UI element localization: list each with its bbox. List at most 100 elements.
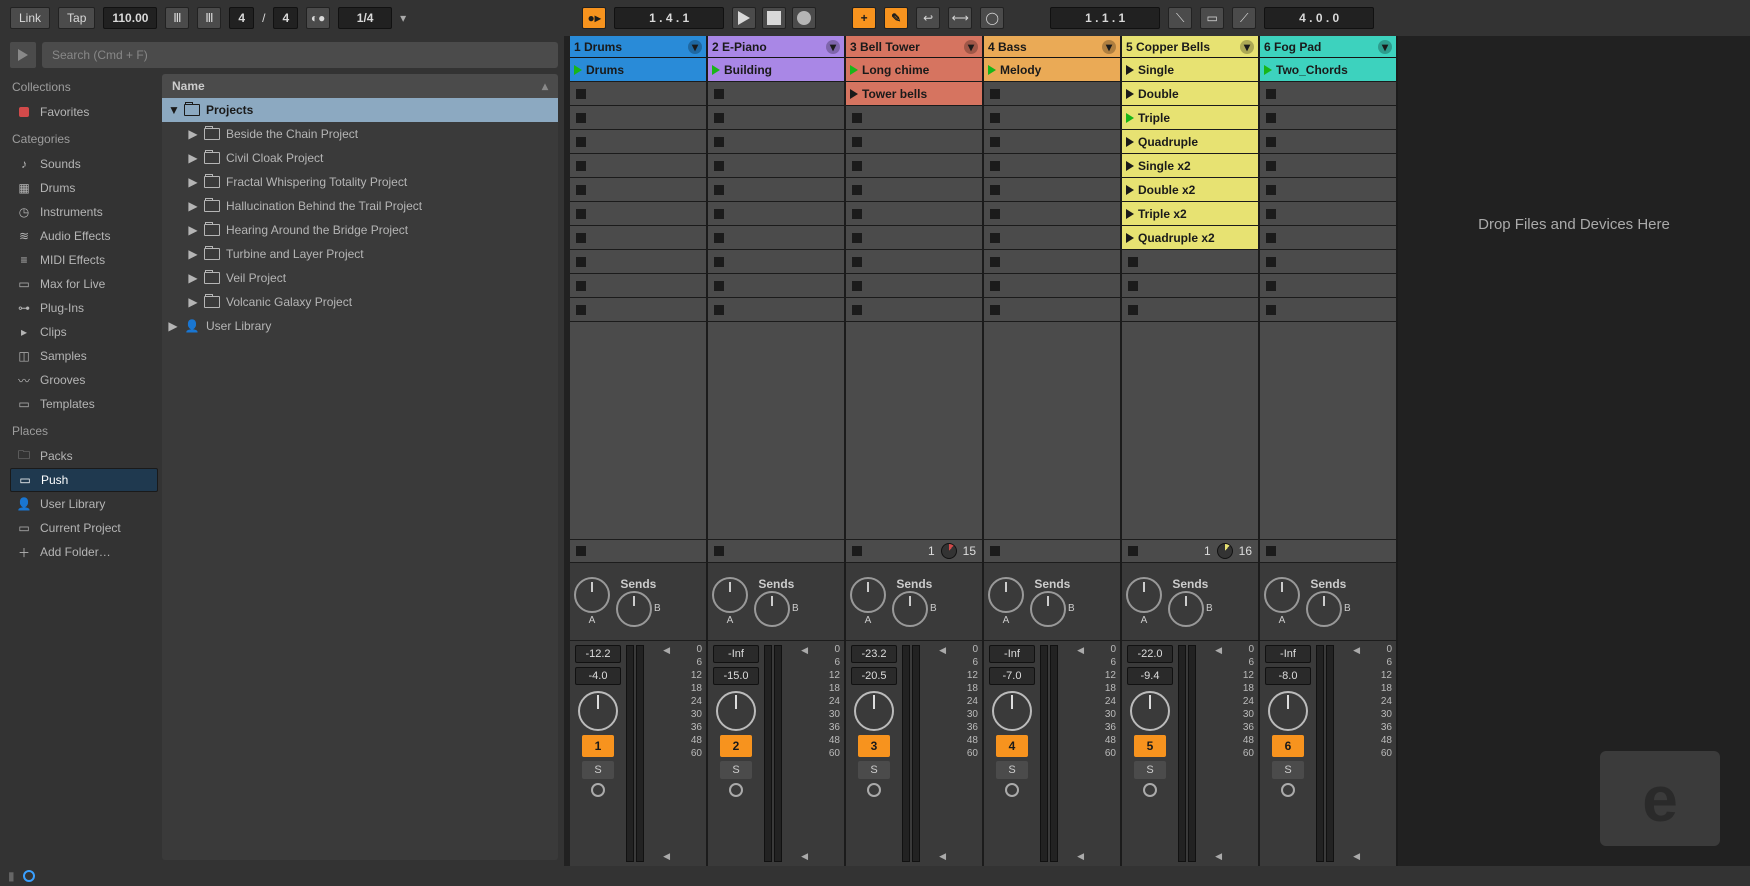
empty-clip-slot[interactable]: [1260, 82, 1396, 106]
empty-clip-slot[interactable]: [570, 202, 706, 226]
device-pie-icon[interactable]: [1217, 543, 1233, 559]
punch-in-icon[interactable]: ⟍: [1168, 7, 1192, 29]
clip-play-icon[interactable]: [1126, 233, 1134, 243]
clip-stop-icon[interactable]: [714, 137, 724, 147]
send-b-knob[interactable]: [1306, 591, 1342, 627]
clip-play-icon[interactable]: [1126, 209, 1134, 219]
clip-play-icon[interactable]: [712, 65, 720, 75]
clip-play-icon[interactable]: [1126, 185, 1134, 195]
clip-stop-icon[interactable]: [1266, 161, 1276, 171]
empty-clip-slot[interactable]: [570, 250, 706, 274]
clip-slot[interactable]: Drums: [570, 58, 706, 82]
clip-slot[interactable]: Triple: [1122, 106, 1258, 130]
empty-clip-slot[interactable]: [1260, 274, 1396, 298]
clip-stop-icon[interactable]: [1266, 113, 1276, 123]
clip-slot[interactable]: Single: [1122, 58, 1258, 82]
chevron-down-icon[interactable]: ▾: [688, 40, 702, 54]
track-header[interactable]: 4 Bass▾: [984, 36, 1120, 58]
sidebar-item-push[interactable]: ▭Push: [10, 468, 158, 492]
clip-stop-icon[interactable]: [576, 257, 586, 267]
empty-clip-slot[interactable]: [846, 298, 982, 322]
clip-slot[interactable]: Building: [708, 58, 844, 82]
clip-slot[interactable]: Double: [1122, 82, 1258, 106]
arm-button[interactable]: [729, 783, 743, 797]
quantize-field[interactable]: 1/4: [338, 7, 392, 29]
stop-button[interactable]: [762, 7, 786, 29]
file-row[interactable]: ▶Fractal Whispering Totality Project: [162, 170, 558, 194]
timesig-num[interactable]: 4: [229, 7, 254, 29]
clip-stop-icon[interactable]: [714, 209, 724, 219]
clip-stop-icon[interactable]: [714, 113, 724, 123]
solo-button[interactable]: S: [996, 761, 1028, 779]
sidebar-item-current-project[interactable]: ▭Current Project: [10, 516, 158, 540]
pan-knob[interactable]: [716, 691, 756, 731]
pan-knob[interactable]: [854, 691, 894, 731]
solo-button[interactable]: S: [720, 761, 752, 779]
gain-value[interactable]: -8.0: [1265, 667, 1311, 685]
sidebar-item-grooves[interactable]: 〰Grooves: [10, 368, 158, 392]
empty-clip-slot[interactable]: [570, 178, 706, 202]
track-header[interactable]: 3 Bell Tower▾: [846, 36, 982, 58]
clip-stop-icon[interactable]: [990, 185, 1000, 195]
clip-stop-icon[interactable]: [576, 209, 586, 219]
clip-stop-icon[interactable]: [990, 137, 1000, 147]
sidebar-item-drums[interactable]: ▦Drums: [10, 176, 158, 200]
empty-clip-slot[interactable]: [846, 274, 982, 298]
sort-icon[interactable]: ▴: [542, 79, 548, 93]
solo-button[interactable]: S: [1134, 761, 1166, 779]
clip-stop-icon[interactable]: [852, 161, 862, 171]
overdub-button[interactable]: +: [852, 7, 876, 29]
empty-clip-slot[interactable]: [984, 226, 1120, 250]
volume-value[interactable]: -23.2: [851, 645, 897, 663]
stop-all-icon[interactable]: [990, 546, 1000, 556]
folder-projects[interactable]: ▼ Projects: [162, 98, 558, 122]
device-row[interactable]: [570, 539, 706, 563]
punch-out-icon[interactable]: ⟋: [1232, 7, 1256, 29]
loop-toggle-icon[interactable]: ◯: [980, 7, 1004, 29]
clip-stop-icon[interactable]: [714, 305, 724, 315]
clip-slot[interactable]: Tower bells: [846, 82, 982, 106]
empty-clip-slot[interactable]: [1260, 202, 1396, 226]
send-b-knob[interactable]: [754, 591, 790, 627]
clip-slot[interactable]: Quadruple: [1122, 130, 1258, 154]
file-row[interactable]: ▶Hearing Around the Bridge Project: [162, 218, 558, 242]
device-row[interactable]: [984, 539, 1120, 563]
arm-button[interactable]: [591, 783, 605, 797]
arm-button[interactable]: [1143, 783, 1157, 797]
empty-clip-slot[interactable]: [570, 298, 706, 322]
clip-slot[interactable]: Double x2: [1122, 178, 1258, 202]
empty-clip-slot[interactable]: [984, 82, 1120, 106]
pan-knob[interactable]: [578, 691, 618, 731]
clip-stop-icon[interactable]: [990, 257, 1000, 267]
empty-clip-slot[interactable]: [846, 202, 982, 226]
clip-stop-icon[interactable]: [1266, 137, 1276, 147]
empty-clip-slot[interactable]: [708, 82, 844, 106]
metronome-icon[interactable]: Ⅲ: [165, 7, 189, 29]
send-a-knob[interactable]: [850, 577, 886, 613]
folder-user-library[interactable]: ▶ 👤 User Library: [162, 314, 558, 338]
dropdown-icon[interactable]: ▾: [400, 11, 406, 25]
empty-clip-slot[interactable]: [984, 202, 1120, 226]
clip-play-icon[interactable]: [1126, 161, 1134, 171]
empty-clip-slot[interactable]: [708, 274, 844, 298]
clip-stop-icon[interactable]: [1128, 257, 1138, 267]
pan-knob[interactable]: [1130, 691, 1170, 731]
sidebar-item-sounds[interactable]: ♪Sounds: [10, 152, 158, 176]
clip-stop-icon[interactable]: [990, 89, 1000, 99]
timesig-den[interactable]: 4: [273, 7, 298, 29]
clip-play-icon[interactable]: [574, 65, 582, 75]
empty-clip-slot[interactable]: [570, 226, 706, 250]
clip-stop-icon[interactable]: [852, 113, 862, 123]
clip-stop-icon[interactable]: [1266, 257, 1276, 267]
clip-stop-icon[interactable]: [852, 209, 862, 219]
clip-slot[interactable]: Melody: [984, 58, 1120, 82]
empty-clip-slot[interactable]: [846, 154, 982, 178]
clip-stop-icon[interactable]: [576, 185, 586, 195]
arm-button[interactable]: [867, 783, 881, 797]
gain-value[interactable]: -20.5: [851, 667, 897, 685]
clip-stop-icon[interactable]: [990, 233, 1000, 243]
empty-clip-slot[interactable]: [846, 106, 982, 130]
track-activator[interactable]: 2: [720, 735, 752, 757]
tempo-field[interactable]: 110.00: [103, 7, 157, 29]
clip-stop-icon[interactable]: [576, 305, 586, 315]
